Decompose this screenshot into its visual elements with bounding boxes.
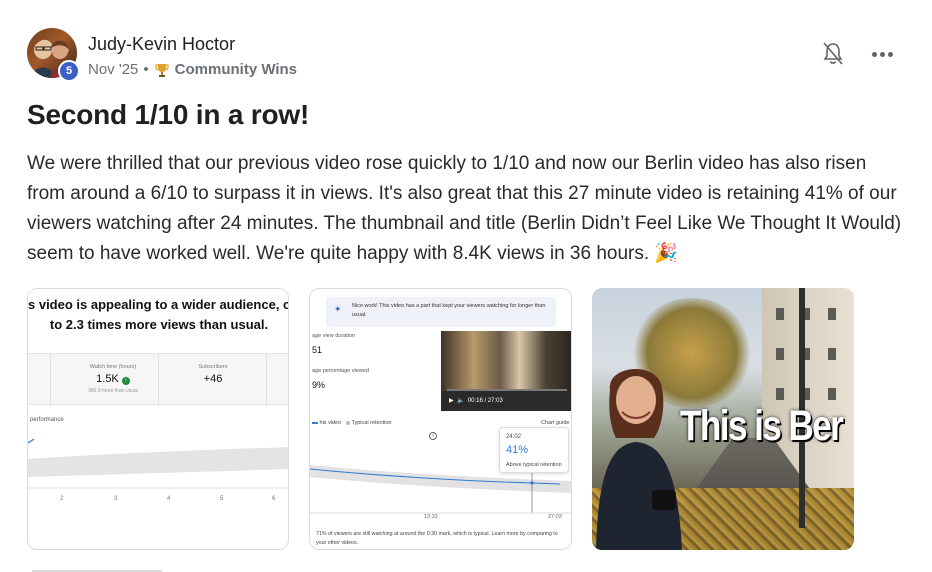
stat-label: Subscribers bbox=[198, 364, 228, 370]
avd-label: age view duration bbox=[312, 333, 356, 339]
x-axis-tick: 13:32 bbox=[424, 514, 438, 520]
popup-time: 24:02 bbox=[506, 434, 522, 440]
berlin-street-photo: This is Ber bbox=[592, 288, 854, 550]
play-icon[interactable]: ▶ bbox=[449, 398, 454, 404]
axis-tick: 3 bbox=[114, 496, 118, 502]
sparkle-icon: ✦ bbox=[334, 304, 342, 314]
trophy-icon bbox=[155, 63, 169, 77]
popup-note: Above typical retention bbox=[506, 462, 562, 468]
up-arrow-icon: ↑ bbox=[121, 377, 130, 385]
post-date[interactable]: Nov '25 bbox=[88, 61, 138, 78]
axis-tick: 2 bbox=[60, 496, 64, 502]
dot bbox=[880, 52, 885, 57]
window bbox=[828, 348, 836, 360]
window bbox=[776, 308, 784, 320]
window bbox=[776, 348, 784, 360]
legend-text: Typical retention bbox=[351, 420, 392, 426]
tip-text: Nice work! This video has a part that ke… bbox=[352, 303, 546, 318]
video-frame bbox=[441, 331, 571, 391]
window bbox=[828, 308, 836, 320]
stat-row: Watch time (hours) 1.5K ↑ 980.9 more tha… bbox=[28, 353, 288, 406]
stat-value-text: 1.5K bbox=[96, 373, 119, 385]
divider bbox=[158, 354, 159, 406]
dot bbox=[888, 52, 893, 57]
avd-value: 51 bbox=[312, 345, 323, 355]
image-headline-line: to 2.3 times more views than usual. bbox=[49, 317, 269, 332]
apv-value: 9% bbox=[312, 380, 326, 390]
more-options-button[interactable] bbox=[872, 52, 896, 58]
player-time: 00:16 / 27:03 bbox=[467, 398, 503, 404]
stat-subscribers: Subscribers +46 bbox=[178, 364, 248, 385]
legend-swatch bbox=[312, 421, 318, 424]
thumbnail-overlay-text: This is Ber bbox=[680, 402, 844, 450]
retention-popup: 24:02 41% Above typical retention bbox=[499, 427, 569, 473]
legend-swatch bbox=[346, 420, 350, 425]
progress-bar[interactable] bbox=[447, 389, 567, 391]
person-figure bbox=[596, 369, 682, 550]
divider bbox=[266, 354, 267, 406]
author-name[interactable]: Judy-Kevin Hoctor bbox=[88, 34, 235, 55]
meta-separator: • bbox=[143, 61, 149, 78]
popup-percent: 41% bbox=[506, 444, 529, 456]
window bbox=[776, 388, 784, 400]
level-badge: 5 bbox=[58, 60, 80, 82]
player-controls: ▶ 🔈 00:16 / 27:03 bbox=[449, 397, 503, 404]
post-body: We were thrilled that our previous video… bbox=[27, 153, 902, 264]
attachment-image-retention[interactable]: ✦ Nice work! This video has a part that … bbox=[309, 288, 572, 550]
attachment-image-thumbnail[interactable]: This is Ber bbox=[592, 288, 854, 550]
legend-text: his video bbox=[319, 420, 342, 426]
stat-value: 1.5K ↑ bbox=[78, 373, 148, 385]
bell-off-icon[interactable] bbox=[822, 41, 844, 67]
stat-sub: 980.9 more than usual bbox=[88, 388, 138, 394]
info-icon[interactable]: i bbox=[429, 432, 437, 440]
attachment-image-analytics-summary[interactable]: s video is appealing to a wider audience… bbox=[27, 288, 289, 550]
chart-guide-link[interactable]: Chart guide bbox=[541, 420, 569, 426]
volume-icon[interactable]: 🔈 bbox=[457, 398, 464, 404]
stat-value: +46 bbox=[203, 373, 223, 385]
post-meta: Nov '25 • Community Wins bbox=[88, 61, 297, 78]
performance-label: performance bbox=[30, 417, 64, 423]
performance-chart bbox=[28, 438, 288, 489]
axis-tick: 4 bbox=[167, 496, 171, 502]
legend-typical: Typical retention bbox=[346, 420, 392, 426]
video-player-preview[interactable]: ▶ 🔈 00:16 / 27:03 bbox=[441, 331, 571, 411]
retention-tip: ✦ Nice work! This video has a part that … bbox=[326, 297, 556, 327]
divider bbox=[50, 354, 51, 406]
axis-tick: 6 bbox=[272, 496, 276, 502]
category-link[interactable]: Community Wins bbox=[175, 61, 297, 78]
dot bbox=[872, 52, 877, 57]
image-headline-line: s video is appealing to a wider audience… bbox=[28, 297, 289, 312]
legend-this-video: his video bbox=[312, 420, 341, 426]
post-header: 5 Judy-Kevin Hoctor Nov '25 • Community … bbox=[27, 27, 907, 83]
post-title: Second 1/10 in a row! bbox=[27, 99, 310, 130]
apv-label: age percentage viewed bbox=[312, 368, 369, 374]
stat-label: Watch time (hours) bbox=[89, 364, 137, 370]
axis-tick: 5 bbox=[220, 496, 224, 502]
stat-watch-time: Watch time (hours) 1.5K ↑ 980.9 more tha… bbox=[78, 364, 148, 394]
window bbox=[828, 388, 836, 400]
x-axis-tick: 27:03 bbox=[548, 514, 562, 520]
retention-footnote: 71% of viewers are still watching at aro… bbox=[316, 531, 558, 546]
image-headline: s video is appealing to a wider audience… bbox=[28, 289, 289, 353]
